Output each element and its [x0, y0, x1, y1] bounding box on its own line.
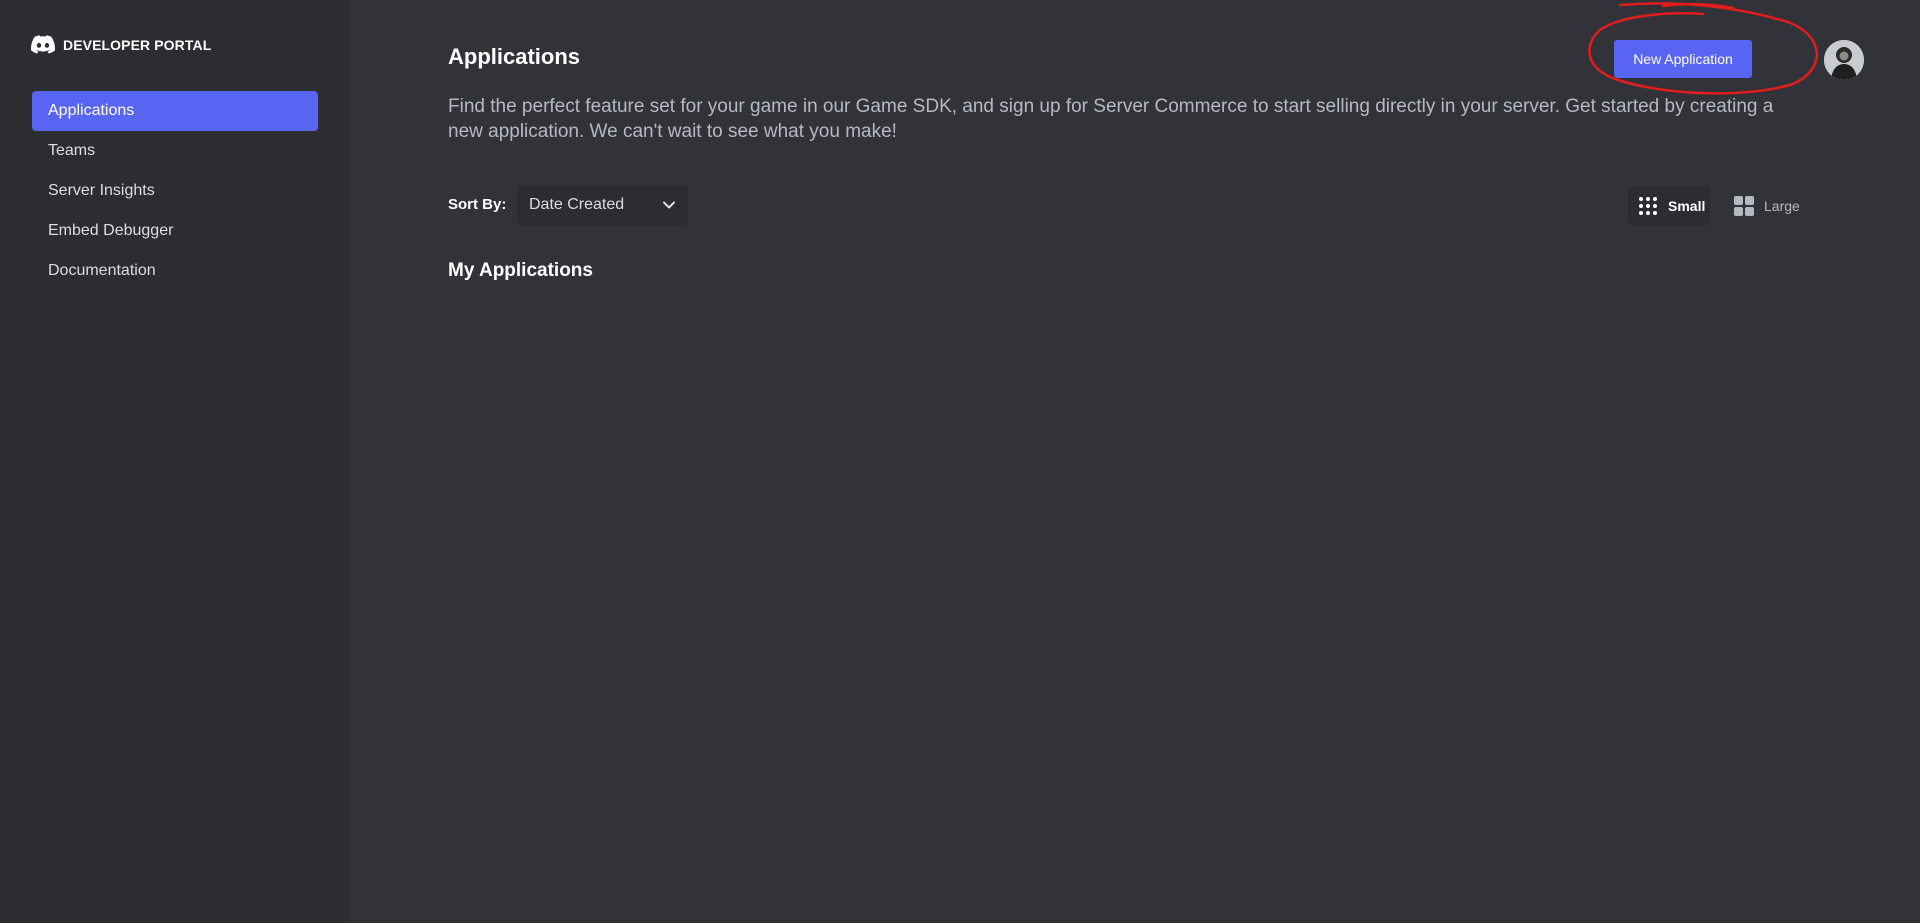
page-description: Find the perfect feature set for your ga…	[448, 96, 1774, 142]
view-small-toggle[interactable]: Small	[1628, 186, 1710, 225]
brand-title: DEVELOPER PORTAL	[63, 37, 212, 53]
my-applications-heading: My Applications	[448, 260, 593, 281]
sidebar-item-documentation[interactable]: Documentation	[32, 251, 318, 291]
view-large-label: Large	[1764, 197, 1800, 214]
brand[interactable]: DEVELOPER PORTAL	[31, 35, 211, 55]
sidebar-nav: Applications Teams Server Insights Embed…	[32, 91, 318, 291]
sidebar-item-server-insights[interactable]: Server Insights	[32, 171, 318, 211]
sort-by-label: Sort By:	[448, 196, 507, 213]
grid-small-icon	[1639, 196, 1657, 215]
sort-by-value: Date Created	[529, 196, 625, 213]
avatar-icon	[1824, 40, 1864, 80]
grid-large-icon	[1734, 195, 1754, 216]
page-title: Applications	[448, 44, 581, 69]
discord-logo-icon	[31, 35, 55, 54]
sidebar: DEVELOPER PORTAL Applications Teams Serv…	[0, 0, 350, 923]
sidebar-item-applications[interactable]: Applications	[32, 91, 318, 131]
sort-by-dropdown[interactable]: Date Created	[517, 185, 688, 225]
view-large-toggle[interactable]: Large	[1724, 186, 1812, 225]
sidebar-item-teams[interactable]: Teams	[32, 131, 318, 171]
user-avatar[interactable]	[1824, 40, 1864, 80]
view-small-label: Small	[1668, 197, 1706, 214]
chevron-down-icon	[663, 201, 675, 209]
sidebar-item-embed-debugger[interactable]: Embed Debugger	[32, 211, 318, 251]
new-application-button[interactable]: New Application	[1614, 40, 1752, 78]
